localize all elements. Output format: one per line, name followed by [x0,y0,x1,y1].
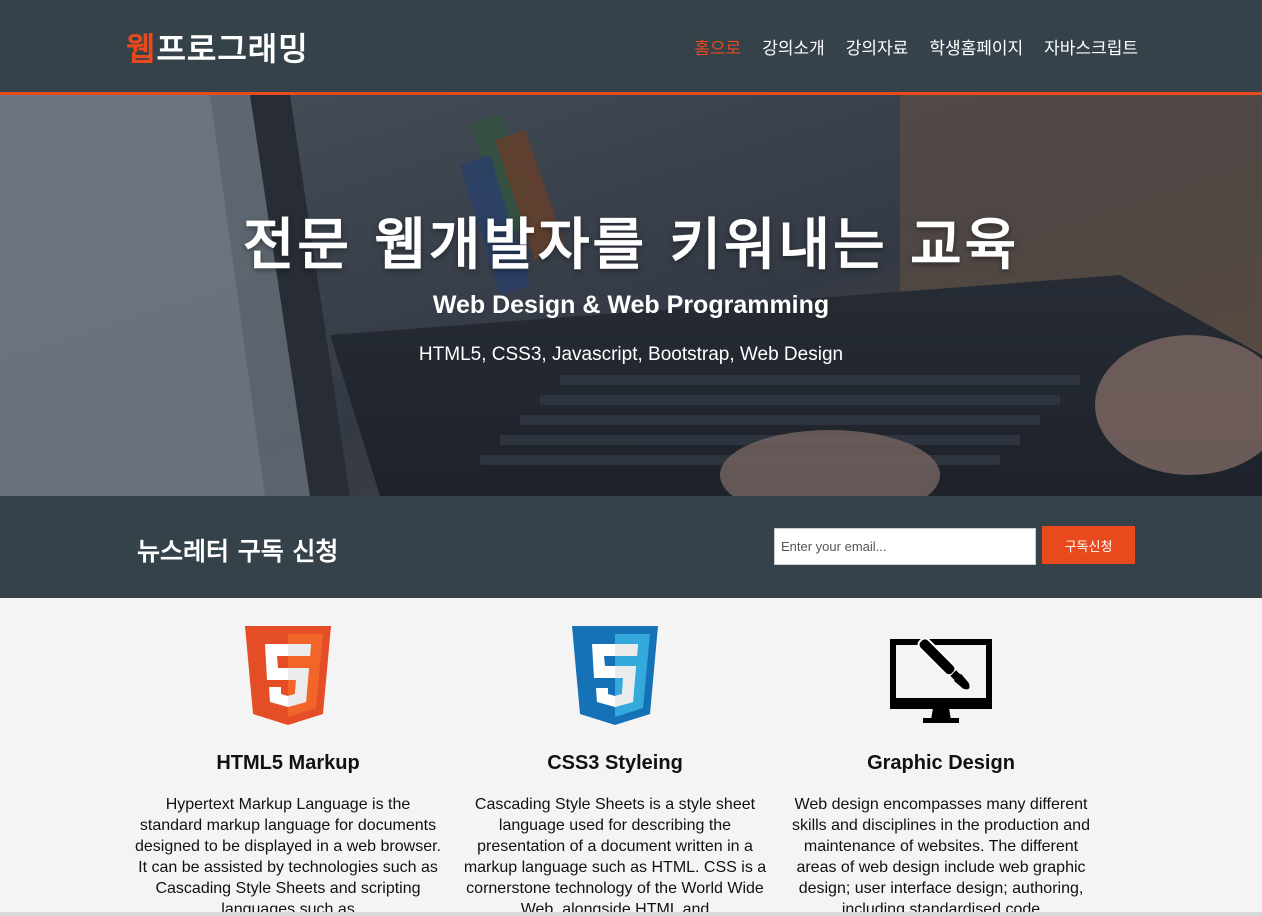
email-input[interactable] [774,528,1036,565]
feature-title-graphic-design: Graphic Design [867,752,1015,774]
features-section: HTML5 Markup Hypertext Markup Language i… [0,598,1262,916]
main-nav: 홈으로 강의소개 강의자료 학생홈페이지 자바스크립트 [694,34,1138,59]
nav-link-student-homepage[interactable]: 학생홈페이지 [929,34,1023,59]
hero-topics: HTML5, CSS3, Javascript, Bootstrap, Web … [418,344,844,365]
feature-title-html5: HTML5 Markup [216,752,360,774]
hero-subtitle: Web Design & Web Programming [432,291,830,319]
site-header: 웹프로그래밍 홈으로 강의소개 강의자료 학생홈페이지 자바스크립트 [0,0,1262,95]
page-bottom-divider [0,912,1262,916]
nav-link-home[interactable]: 홈으로 [694,34,741,59]
newsletter-title: 뉴스레터 구독 신청 [137,537,339,566]
nav-link-course-intro[interactable]: 강의소개 [762,34,825,59]
site-logo[interactable]: 웹프로그래밍 [126,24,309,70]
hero-banner: 전문 웹개발자를 키워내는 교육 Web Design & Web Progra… [0,95,1262,496]
html5-logo-icon [245,626,331,725]
feature-text-html5: Hypertext Markup Language is the standar… [135,796,441,916]
css3-logo-icon [572,626,658,725]
feature-text-graphic-design: Web design encompasses many different sk… [792,796,1090,916]
logo-accent: 웹 [126,30,157,68]
nav-link-course-materials[interactable]: 강의자료 [846,34,909,59]
feature-text-css3: Cascading Style Sheets is a style sheet … [463,796,767,916]
logo-text: 프로그래밍 [156,30,309,68]
feature-title-css3: CSS3 Styleing [547,752,683,774]
subscribe-button[interactable]: 구독신청 [1042,526,1135,564]
nav-link-javascript[interactable]: 자바스크립트 [1044,34,1138,59]
newsletter-section: 뉴스레터 구독 신청 구독신청 [0,496,1262,598]
hero-title: 전문 웹개발자를 키워내는 교육 [242,213,1020,278]
monitor-brush-icon [890,637,992,723]
